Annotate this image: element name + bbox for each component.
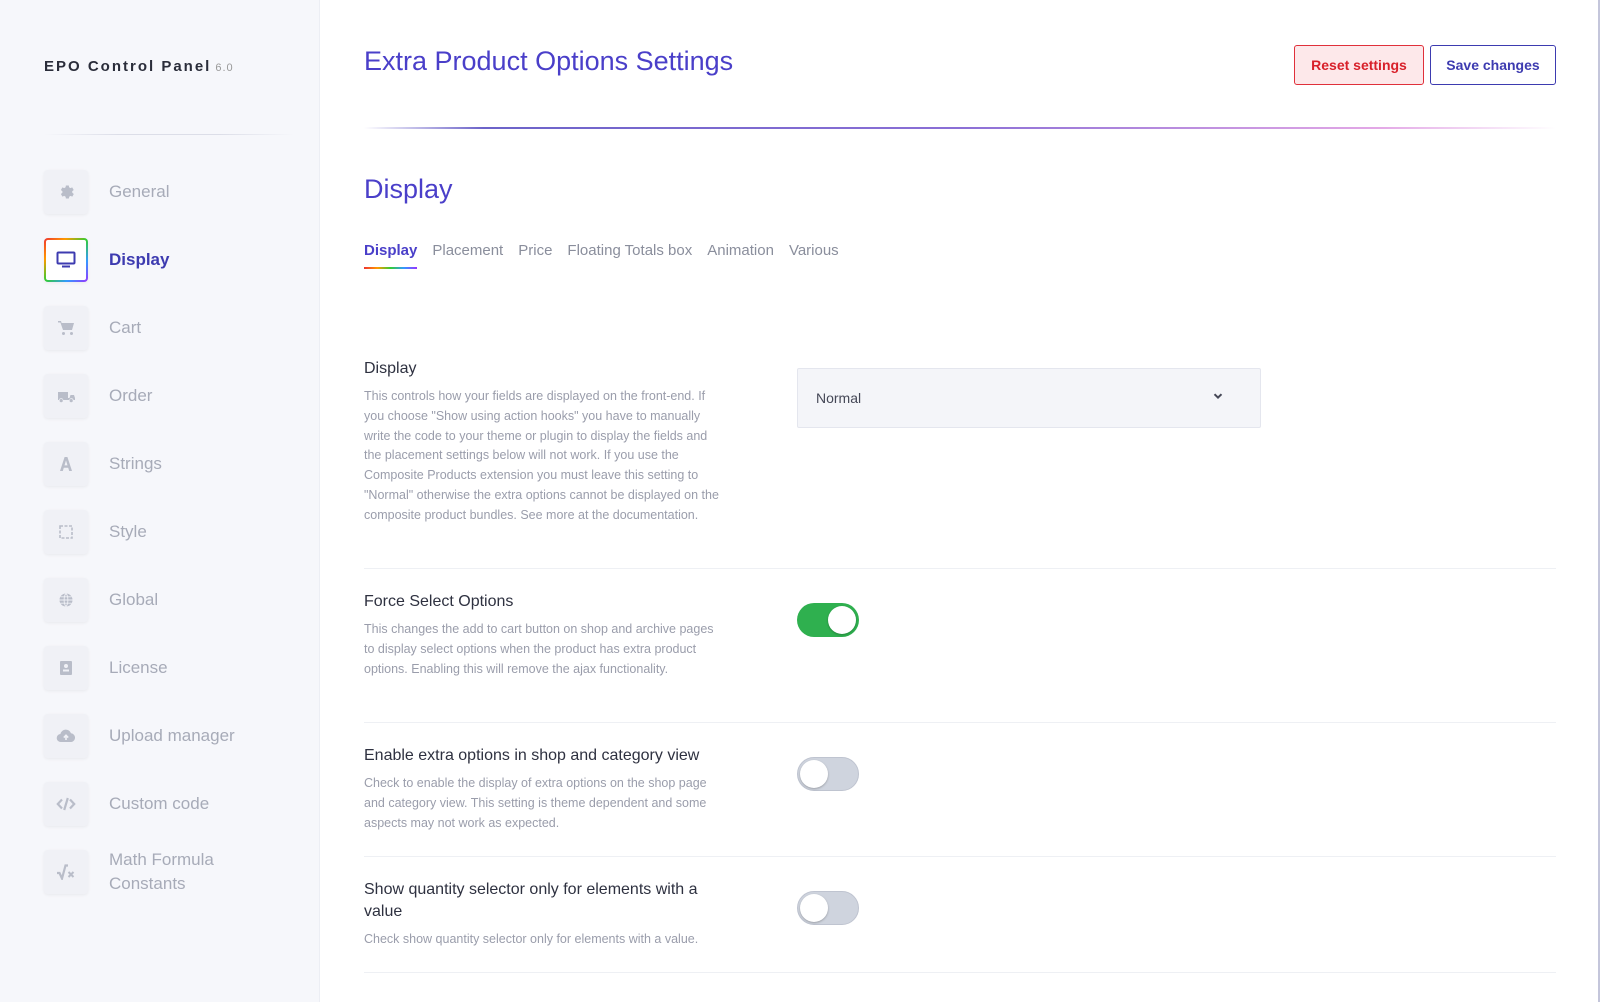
toggle-knob <box>828 606 856 634</box>
sidebar-item-general[interactable]: General <box>44 170 294 214</box>
sidebar-item-custom-code[interactable]: Custom code <box>44 782 294 826</box>
force-select-options-toggle[interactable] <box>797 603 859 637</box>
globe-icon <box>44 578 88 622</box>
sidebar-item-label: Global <box>109 590 159 609</box>
sidebar-item-license[interactable]: License <box>44 646 294 690</box>
divider <box>364 856 1556 857</box>
sidebar-item-display[interactable]: Display <box>44 238 294 282</box>
setting-description: Check to enable the display of extra opt… <box>364 776 707 830</box>
sidebar-item-global[interactable]: Global <box>44 578 294 622</box>
brand-version: 6.0 <box>215 62 234 74</box>
setting-enable-extra-options: Enable extra options in shop and categor… <box>364 745 1556 833</box>
setting-force-select-options: Force Select Options This changes the ad… <box>364 591 1556 679</box>
setting-text: Display This controls how your fields ar… <box>364 358 720 526</box>
divider <box>364 972 1556 973</box>
display-select-value: Normal <box>816 390 862 406</box>
license-icon <box>44 646 88 690</box>
sidebar-item-upload-manager[interactable]: Upload manager <box>44 714 294 758</box>
sidebar-item-cart[interactable]: Cart <box>44 306 294 350</box>
tab-various[interactable]: Various <box>789 242 839 269</box>
sidebar-divider <box>44 134 294 135</box>
tab-bar: Display Placement Price Floating Totals … <box>364 242 854 269</box>
font-icon <box>44 442 88 486</box>
tab-display[interactable]: Display <box>364 242 418 269</box>
sidebar-item-label: Style <box>109 522 147 541</box>
cloud-upload-icon <box>44 714 88 758</box>
setting-description: This changes the add to cart button on s… <box>364 622 714 676</box>
divider <box>364 568 1556 569</box>
sidebar-item-style[interactable]: Style <box>44 510 294 554</box>
tab-placement[interactable]: Placement <box>432 242 503 269</box>
setting-title: Force Select Options <box>364 593 514 610</box>
toggle-knob <box>800 893 828 922</box>
sidebar-item-label: Upload manager <box>109 726 235 745</box>
setting-description: Check show quantity selector only for el… <box>364 932 699 946</box>
show-quantity-selector-toggle[interactable] <box>797 891 859 925</box>
setting-title: Show quantity selector only for elements… <box>364 881 698 920</box>
monitor-icon <box>44 238 88 282</box>
tab-floating-totals-box[interactable]: Floating Totals box <box>567 242 692 269</box>
save-changes-button[interactable]: Save changes <box>1430 45 1556 85</box>
setting-display: Display This controls how your fields ar… <box>364 358 1556 526</box>
sidebar-item-strings[interactable]: Strings <box>44 442 294 486</box>
toggle-knob <box>800 759 828 788</box>
section-title: Display <box>364 174 453 204</box>
header-divider <box>364 127 1556 129</box>
divider <box>364 722 1556 723</box>
setting-title: Display <box>364 360 417 377</box>
sidebar-item-label: Math Formula Constants <box>109 850 214 893</box>
setting-text: Show quantity selector only for elements… <box>364 879 720 950</box>
sidebar-item-label: Custom code <box>109 794 210 813</box>
page-title: Extra Product Options Settings <box>364 46 734 76</box>
setting-text: Enable extra options in shop and categor… <box>364 745 720 833</box>
square-root-icon <box>44 850 88 894</box>
setting-show-quantity-selector: Show quantity selector only for elements… <box>364 879 1556 950</box>
chevron-down-icon <box>1212 389 1224 405</box>
sidebar-item-label: Display <box>109 250 170 269</box>
sidebar-item-label: Strings <box>109 454 162 473</box>
brand-name: EPO Control Panel <box>44 58 212 75</box>
enable-extra-options-toggle[interactable] <box>797 757 859 791</box>
setting-description: This controls how your fields are displa… <box>364 389 719 522</box>
tab-animation[interactable]: Animation <box>707 242 774 269</box>
sidebar-item-order[interactable]: Order <box>44 374 294 418</box>
square-icon <box>44 510 88 554</box>
display-select[interactable]: Normal <box>797 368 1261 428</box>
setting-title: Enable extra options in shop and categor… <box>364 747 700 764</box>
tab-price[interactable]: Price <box>518 242 552 269</box>
sidebar-item-label: Cart <box>109 318 142 337</box>
main-content: Extra Product Options Settings Reset set… <box>320 0 1600 1002</box>
setting-text: Force Select Options This changes the ad… <box>364 591 720 679</box>
sidebar-item-label: License <box>109 658 168 677</box>
sidebar: EPO Control Panel 6.0 General Display Car… <box>0 0 320 1002</box>
truck-icon <box>44 374 88 418</box>
sidebar-item-label: General <box>109 182 170 201</box>
gear-icon <box>44 170 88 214</box>
sidebar-item-label: Order <box>109 386 153 405</box>
code-icon <box>44 782 88 826</box>
brand: EPO Control Panel 6.0 <box>44 58 234 75</box>
sidebar-item-math-formula-constants[interactable]: Math Formula Constants <box>44 850 294 894</box>
reset-settings-button[interactable]: Reset settings <box>1294 45 1424 85</box>
cart-icon <box>44 306 88 350</box>
